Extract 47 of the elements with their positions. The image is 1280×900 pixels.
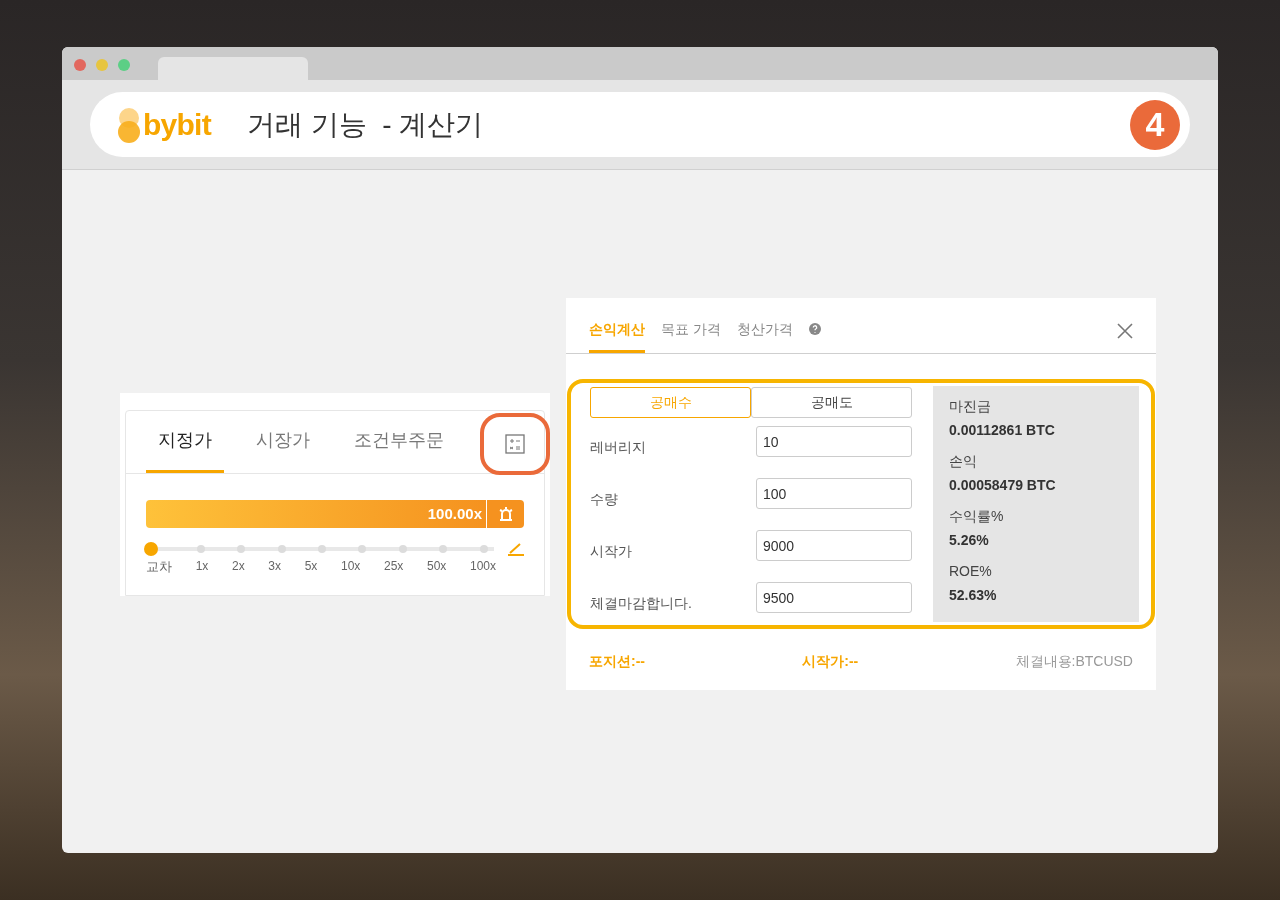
- input-field[interactable]: 100: [756, 478, 912, 509]
- input-field[interactable]: 9500: [756, 582, 912, 613]
- order-type-tab[interactable]: 조건부주문: [342, 411, 456, 473]
- leverage-mark-label: 100x: [469, 558, 496, 575]
- leverage-mark-label: 50x: [426, 558, 447, 575]
- help-icon[interactable]: [808, 323, 821, 335]
- calculator-tab[interactable]: 청산가격: [736, 319, 793, 353]
- leverage-mark-label: 교차: [146, 558, 172, 576]
- page-title: 거래 기능 - 계산기: [246, 107, 484, 142]
- side-toggle[interactable]: 공매도: [751, 387, 912, 418]
- leverage-mark-label: 25x: [383, 558, 404, 575]
- result-value: 52.63%: [949, 586, 998, 605]
- result-label: 손익: [949, 452, 978, 471]
- alarm-button[interactable]: [487, 500, 524, 528]
- field-label: 시작가: [590, 542, 632, 561]
- result-value: 0.00112861 BTC: [949, 421, 1056, 440]
- order-type-tab[interactable]: 시장가: [244, 411, 322, 473]
- field-label: 레버리지: [590, 438, 646, 457]
- browser-tab[interactable]: [158, 57, 308, 80]
- field-label: 수량: [590, 490, 618, 509]
- input-field[interactable]: 9000: [756, 530, 912, 561]
- result-label: 마진금: [949, 397, 992, 416]
- result-label: 수익률%: [949, 507, 1005, 526]
- field-label: 체결마감합니다.: [590, 594, 692, 613]
- close-icon[interactable]: [1117, 323, 1133, 339]
- result-value: 0.00058479 BTC: [949, 476, 1057, 495]
- leverage-mark-label: 5x: [304, 558, 318, 575]
- calculator-tab[interactable]: 목표 가격: [661, 319, 721, 353]
- leverage-mark-label: 10x: [340, 558, 361, 575]
- leverage-value: 100.00x: [427, 503, 482, 524]
- footer-info: 체결내용:BTCUSD: [1015, 652, 1133, 671]
- leverage-mark-label: 3x: [268, 558, 281, 575]
- input-field[interactable]: 10: [756, 426, 912, 457]
- siren-icon: [498, 507, 513, 521]
- logo-icon: [117, 105, 141, 144]
- result-label: ROE%: [949, 562, 993, 581]
- order-type-tab[interactable]: 지정가: [146, 411, 224, 473]
- slider-thumb[interactable]: [144, 542, 159, 556]
- footer-info: 포지션:--: [589, 652, 645, 671]
- footer-info: 시작가:--: [802, 652, 859, 671]
- logo-text: bybit: [143, 109, 211, 140]
- pencil-icon[interactable]: [508, 542, 524, 556]
- step-badge: 4: [1130, 99, 1180, 150]
- calculator-icon[interactable]: [505, 434, 525, 454]
- leverage-mark-label: 2x: [231, 558, 245, 575]
- leverage-mark-label: 1x: [195, 558, 209, 575]
- result-value: 5.26%: [949, 531, 990, 550]
